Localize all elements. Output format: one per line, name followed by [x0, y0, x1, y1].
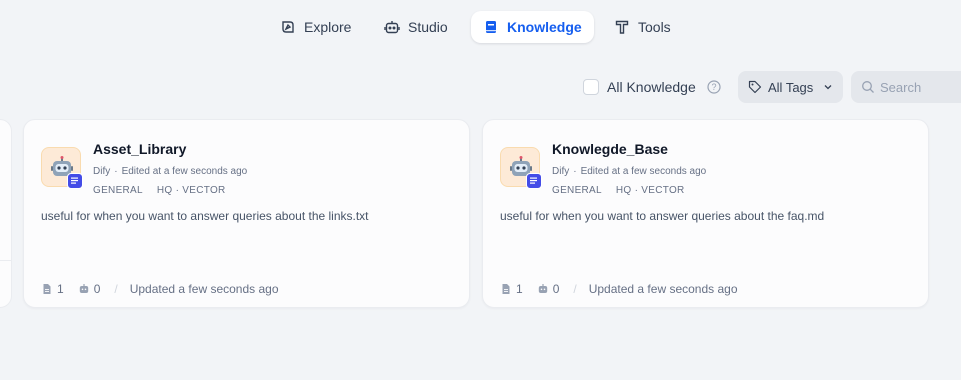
card-tags: GENERAL HQ · VECTOR — [552, 185, 685, 196]
document-icon — [502, 284, 510, 294]
dataset-avatar — [500, 147, 542, 189]
list-icon — [530, 177, 537, 184]
hammer-icon — [615, 20, 629, 34]
doc-count: 1 — [516, 282, 523, 296]
footer-separator: / — [573, 282, 577, 296]
tag-mode: GENERAL — [93, 185, 143, 196]
card-footer: 1 0 / Updated a few seconds ago — [500, 282, 738, 296]
robot-icon — [384, 21, 400, 34]
svg-text:?: ? — [711, 82, 716, 92]
knowledge-badge — [526, 173, 542, 189]
knowledge-card[interactable]: Knowlegde_Base Dify · Edited at a few se… — [482, 119, 929, 308]
search-box[interactable] — [851, 71, 961, 103]
meta-separator: · — [573, 166, 577, 177]
list-icon — [71, 177, 78, 184]
help-icon[interactable]: ? — [707, 80, 721, 94]
doc-count: 1 — [57, 282, 64, 296]
nav-studio[interactable]: Studio — [372, 11, 460, 43]
tags-filter-label: All Tags — [768, 79, 814, 95]
search-icon — [862, 81, 874, 93]
nav-explore-label: Explore — [304, 19, 352, 35]
robot-icon — [538, 284, 547, 293]
app-count: 0 — [93, 282, 101, 296]
tag-icon — [748, 80, 762, 94]
card-title: Knowlegde_Base — [552, 141, 668, 157]
card-divider — [0, 260, 11, 261]
book-icon — [486, 21, 496, 33]
tags-filter-button[interactable]: All Tags — [738, 71, 843, 103]
card-edited: Edited at a few seconds ago — [121, 166, 248, 177]
card-tags: GENERAL HQ · VECTOR — [93, 185, 226, 196]
card-description: useful for when you want to answer queri… — [41, 209, 369, 223]
nav-tools[interactable]: Tools — [602, 11, 683, 43]
robot-icon — [79, 284, 88, 293]
app-count: 0 — [552, 282, 560, 296]
card-description: useful for when you want to answer queri… — [500, 209, 825, 223]
nav-knowledge[interactable]: Knowledge — [471, 11, 594, 43]
tag-mode: GENERAL — [552, 185, 602, 196]
footer-separator: / — [114, 282, 118, 296]
card-meta: Dify · Edited at a few seconds ago — [93, 166, 247, 177]
top-nav: Explore Studio Knowledge Tools — [0, 11, 961, 43]
card-updated: Updated a few seconds ago — [129, 282, 279, 296]
all-knowledge-checkbox[interactable] — [583, 79, 599, 95]
card-author: Dify — [552, 166, 570, 177]
card-title: Asset_Library — [93, 141, 187, 157]
nav-explore[interactable]: Explore — [268, 11, 363, 43]
nav-tools-label: Tools — [638, 19, 671, 35]
filter-bar: All Knowledge ? All Tags — [0, 71, 961, 103]
partial-card[interactable] — [0, 119, 12, 308]
all-knowledge-label: All Knowledge — [607, 79, 696, 95]
meta-separator: · — [114, 166, 118, 177]
search-input[interactable] — [880, 79, 960, 95]
tag-index: HQ · VECTOR — [156, 185, 226, 196]
card-meta: Dify · Edited at a few seconds ago — [552, 166, 706, 177]
card-updated: Updated a few seconds ago — [588, 282, 738, 296]
chevron-down-icon — [824, 85, 832, 90]
document-icon — [43, 284, 51, 294]
knowledge-card[interactable]: Asset_Library Dify · Edited at a few sec… — [23, 119, 470, 308]
card-edited: Edited at a few seconds ago — [580, 166, 707, 177]
compass-icon — [282, 21, 294, 33]
card-footer: 1 0 / Updated a few seconds ago — [41, 282, 279, 296]
tag-index: HQ · VECTOR — [615, 185, 685, 196]
nav-knowledge-label: Knowledge — [507, 19, 582, 35]
nav-studio-label: Studio — [408, 19, 448, 35]
dataset-avatar — [41, 147, 83, 189]
card-author: Dify — [93, 166, 111, 177]
knowledge-badge — [67, 173, 83, 189]
